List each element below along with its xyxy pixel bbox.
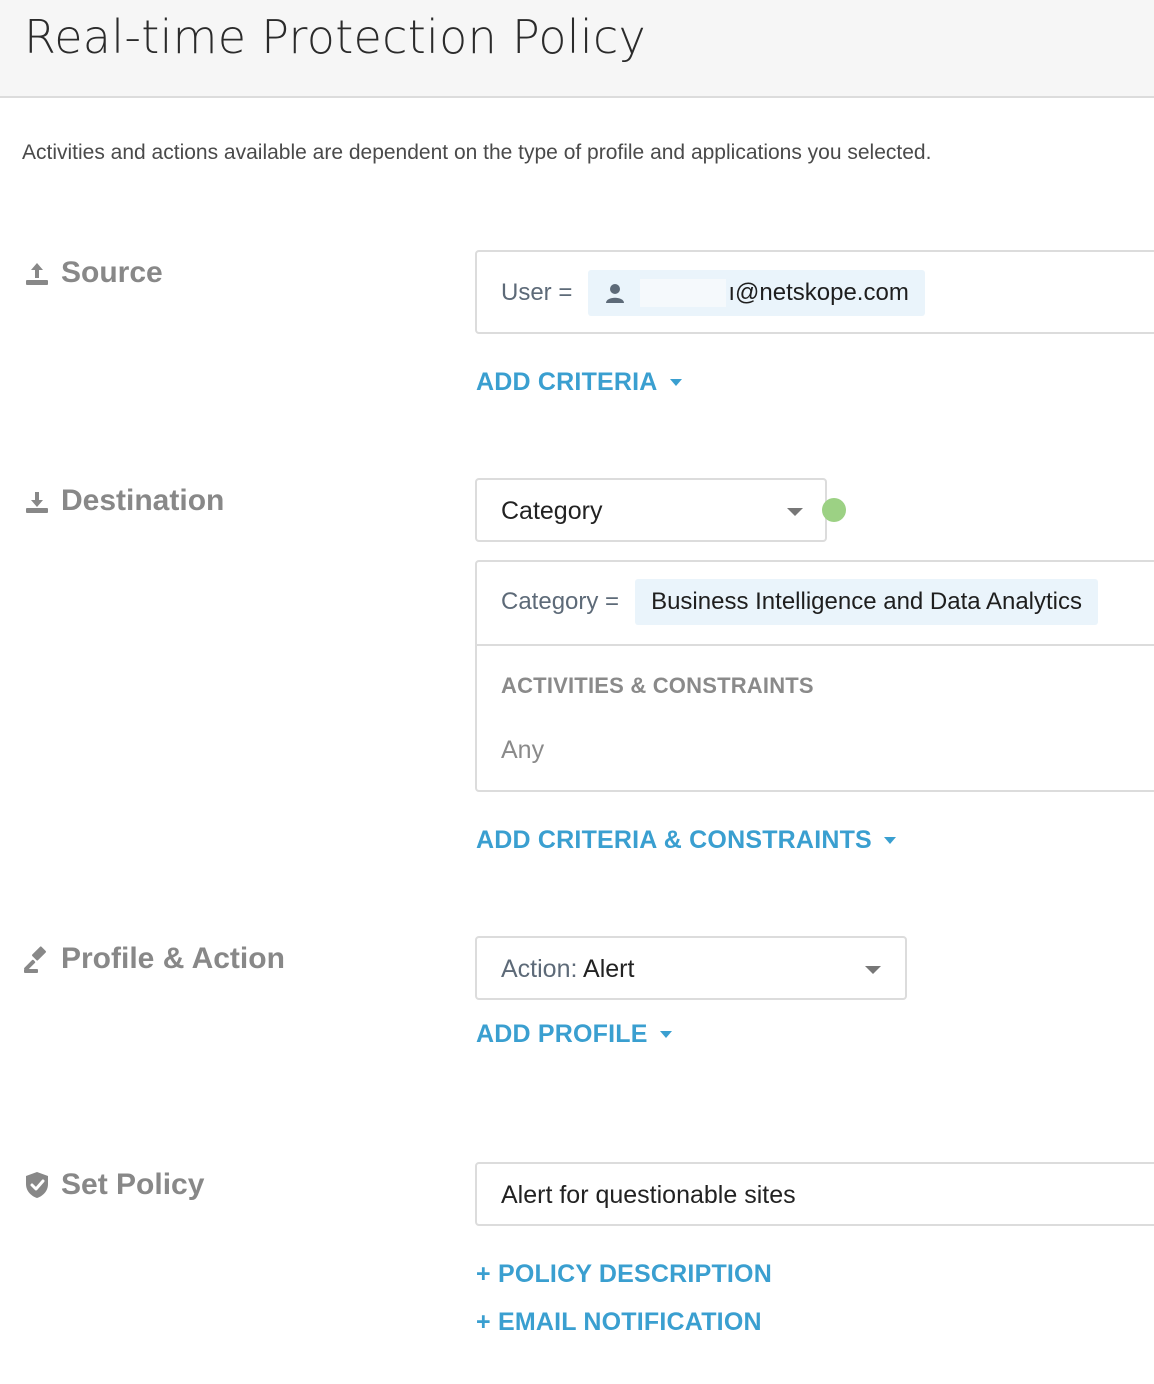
action-select-text: Action: Alert <box>501 955 634 984</box>
add-criteria-constraints-button[interactable]: ADD CRITERIA & CONSTRAINTS <box>476 826 896 855</box>
add-criteria-button[interactable]: ADD CRITERIA <box>476 368 682 397</box>
redacted-block <box>640 279 727 307</box>
user-icon <box>604 282 626 304</box>
destination-type-value: Category <box>501 497 603 525</box>
page-header: Real-time Protection Policy <box>0 0 1154 98</box>
action-key: Action: <box>501 955 578 983</box>
chevron-down-icon <box>865 966 881 974</box>
gavel-icon <box>22 944 52 974</box>
add-criteria-constraints-label: ADD CRITERIA & CONSTRAINTS <box>476 826 872 854</box>
source-criteria-box[interactable]: User = ı@netskope.com <box>475 250 1154 334</box>
source-label: Source <box>61 256 163 289</box>
destination-section-label: Destination <box>22 484 224 518</box>
email-notification-link[interactable]: + EMAIL NOTIFICATION <box>476 1308 762 1337</box>
intro-text: Activities and actions available are dep… <box>22 141 932 164</box>
policy-name-value: Alert for questionable sites <box>501 1181 796 1209</box>
caret-down-icon <box>669 379 682 386</box>
destination-criteria-row[interactable]: Category = Business Intelligence and Dat… <box>477 562 1154 646</box>
shield-check-icon <box>22 1170 52 1200</box>
status-dot <box>822 498 846 522</box>
policy-name-input[interactable]: Alert for questionable sites <box>475 1162 1154 1226</box>
add-criteria-label: ADD CRITERIA <box>476 368 658 396</box>
source-criteria-key: User = <box>501 279 573 306</box>
page-title: Real-time Protection Policy <box>24 10 647 64</box>
destination-label: Destination <box>61 484 225 517</box>
activities-header: ACTIVITIES & CONSTRAINTS <box>501 673 814 698</box>
chevron-down-icon <box>787 508 803 516</box>
set-policy-section-label: Set Policy <box>22 1168 204 1202</box>
profile-action-section-label: Profile & Action <box>22 942 285 976</box>
destination-type-select[interactable]: Category <box>475 478 827 542</box>
policy-description-link[interactable]: + POLICY DESCRIPTION <box>476 1260 772 1289</box>
caret-down-icon <box>659 1031 672 1038</box>
action-value: Alert <box>583 955 635 983</box>
add-profile-label: ADD PROFILE <box>476 1020 648 1048</box>
set-policy-label: Set Policy <box>61 1168 205 1201</box>
source-user-chip[interactable]: ı@netskope.com <box>588 270 925 316</box>
activities-value[interactable]: Any <box>501 736 544 765</box>
download-icon <box>22 486 52 516</box>
profile-action-label: Profile & Action <box>61 942 285 975</box>
destination-criteria-key: Category = <box>501 588 620 615</box>
source-section-label: Source <box>22 256 163 290</box>
action-select[interactable]: Action: Alert <box>475 936 907 1000</box>
category-chip[interactable]: Business Intelligence and Data Analytics <box>635 579 1098 625</box>
caret-down-icon <box>883 837 896 844</box>
destination-criteria-box: Category = Business Intelligence and Dat… <box>475 560 1154 792</box>
add-profile-button[interactable]: ADD PROFILE <box>476 1020 672 1049</box>
upload-icon <box>22 258 52 288</box>
source-user-value: ı@netskope.com <box>728 279 909 306</box>
